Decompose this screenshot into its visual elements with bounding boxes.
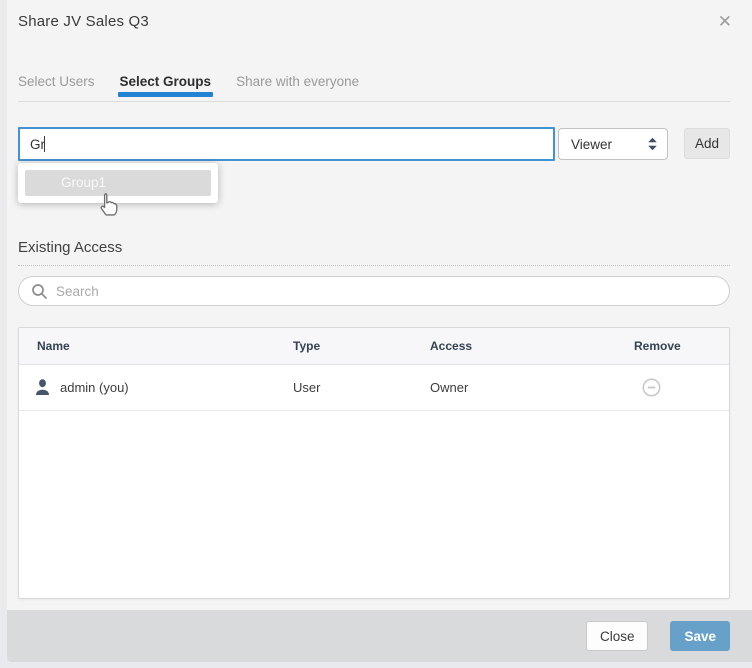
save-button[interactable]: Save [670, 621, 730, 651]
share-dialog: Share JV Sales Q3 ✕ Select Users Select … [7, 0, 752, 662]
role-select[interactable]: Viewer [558, 128, 668, 160]
tab-share-with-everyone[interactable]: Share with everyone [236, 74, 359, 101]
column-header-name: Name [19, 339, 293, 353]
table-row: admin (you) User Owner [19, 365, 729, 411]
tab-bar: Select Users Select Groups Share with ev… [18, 74, 730, 102]
access-entry-name: admin (you) [60, 380, 129, 395]
close-icon[interactable]: ✕ [714, 9, 736, 34]
add-button[interactable]: Add [684, 128, 730, 159]
existing-access-heading: Existing Access [18, 239, 730, 266]
user-icon [35, 379, 50, 396]
tab-select-groups[interactable]: Select Groups [120, 74, 212, 101]
remove-icon[interactable] [642, 378, 661, 397]
search-icon [31, 283, 48, 300]
access-entry-access: Owner [430, 380, 634, 395]
table-header-row: Name Type Access Remove [19, 328, 729, 365]
access-entry-type: User [293, 380, 430, 395]
column-header-type: Type [293, 339, 430, 353]
group-input-wrap: Group1 [18, 127, 555, 161]
group-search-input[interactable] [18, 127, 555, 161]
select-spinner-icon [647, 137, 658, 151]
tab-select-users[interactable]: Select Users [18, 74, 95, 101]
search-box [18, 276, 730, 306]
column-header-remove: Remove [634, 339, 729, 353]
name-cell: admin (you) [19, 379, 293, 396]
add-access-row: Group1 Viewer Add [18, 127, 730, 161]
suggestions-dropdown: Group1 [18, 163, 218, 203]
dialog-footer: Close Save [7, 610, 752, 662]
search-input[interactable] [56, 284, 717, 299]
dialog-title: Share JV Sales Q3 [18, 13, 730, 30]
suggestion-item[interactable]: Group1 [25, 170, 211, 196]
remove-cell [634, 378, 729, 397]
close-button[interactable]: Close [586, 621, 649, 651]
text-caret [44, 136, 45, 152]
access-table: Name Type Access Remove admin (you) User… [18, 327, 730, 599]
role-select-value: Viewer [571, 137, 612, 152]
dialog-header: Share JV Sales Q3 [18, 0, 730, 30]
column-header-access: Access [430, 339, 634, 353]
